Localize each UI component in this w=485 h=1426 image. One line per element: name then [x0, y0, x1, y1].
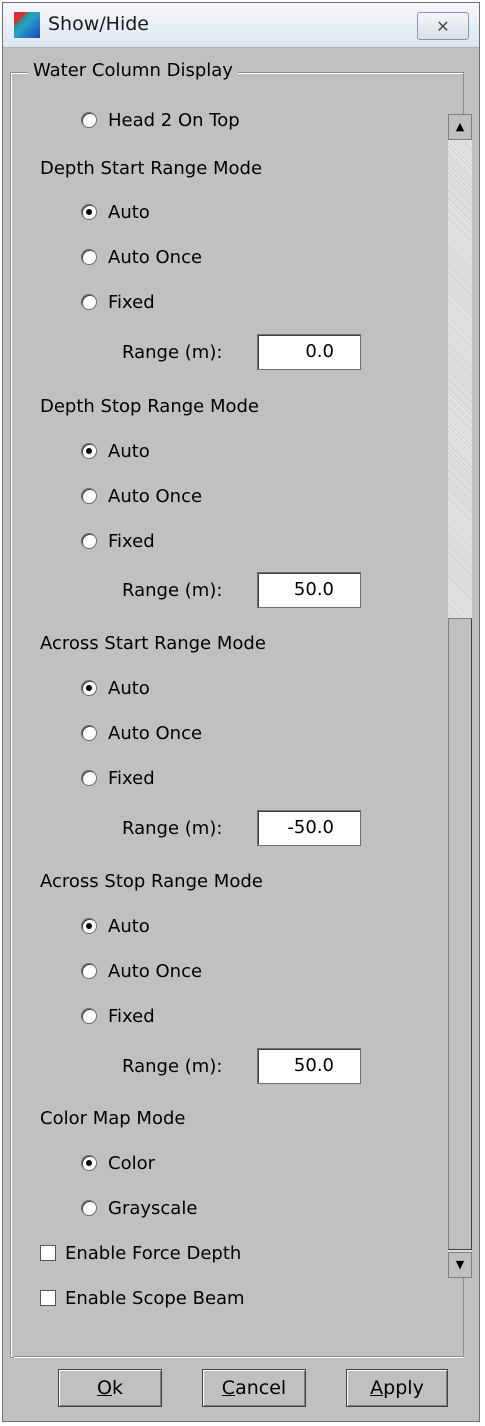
radio-indicator — [81, 488, 97, 504]
checkbox-enable-scope-beam[interactable]: Enable Scope Beam — [40, 1288, 245, 1309]
window-title: Show/Hide — [48, 13, 149, 35]
radio-label: Fixed — [108, 292, 155, 313]
radio-indicator — [81, 294, 97, 310]
ok-label: k — [111, 1377, 123, 1399]
radio-label: Color — [108, 1153, 155, 1174]
range-label: Range (m): — [122, 580, 223, 601]
section-heading-color-map: Color Map Mode — [40, 1108, 186, 1129]
ok-mnemonic: O — [97, 1377, 112, 1399]
radio-color-map-grayscale[interactable]: Grayscale — [81, 1198, 197, 1219]
radio-label: Auto — [108, 202, 150, 223]
across-start-range-input[interactable]: -50.0 — [257, 810, 361, 846]
radio-indicator — [81, 112, 97, 128]
radio-indicator — [81, 963, 97, 979]
radio-across-stop-auto[interactable]: Auto — [81, 916, 150, 937]
radio-head2-on-top[interactable]: Head 2 On Top — [81, 110, 240, 131]
cancel-mnemonic: C — [221, 1377, 236, 1399]
depth-stop-range-input[interactable]: 50.0 — [257, 572, 361, 608]
section-heading-depth-stop: Depth Stop Range Mode — [40, 396, 260, 417]
radio-label: Auto Once — [108, 723, 203, 744]
cancel-button[interactable]: Cancel — [202, 1369, 306, 1407]
scroll-down-button[interactable]: ▼ — [448, 1252, 472, 1278]
radio-indicator — [81, 204, 97, 220]
close-button[interactable]: ✕ — [417, 12, 469, 40]
radio-indicator — [81, 770, 97, 786]
range-label: Range (m): — [122, 342, 223, 363]
cancel-label: ancel — [235, 1377, 287, 1399]
radio-label: Grayscale — [108, 1198, 198, 1219]
scroll-up-button[interactable]: ▲ — [448, 114, 472, 140]
radio-depth-stop-auto-once[interactable]: Auto Once — [81, 486, 202, 507]
arrow-down-icon: ▼ — [455, 1258, 465, 1271]
radio-label: Auto Once — [108, 486, 203, 507]
radio-indicator — [81, 725, 97, 741]
app-colormap-icon — [14, 12, 40, 38]
radio-indicator — [81, 680, 97, 696]
checkbox-indicator — [40, 1290, 56, 1306]
radio-label: Head 2 On Top — [108, 110, 240, 131]
apply-button[interactable]: Apply — [346, 1369, 448, 1407]
radio-indicator — [81, 443, 97, 459]
radio-label: Auto — [108, 678, 150, 699]
close-icon: ✕ — [436, 16, 450, 36]
title-bar[interactable]: Show/Hide ✕ — [3, 3, 479, 48]
ok-button[interactable]: Ok — [58, 1369, 162, 1407]
section-heading-across-start: Across Start Range Mode — [40, 633, 266, 654]
radio-indicator — [81, 918, 97, 934]
radio-label: Auto — [108, 916, 150, 937]
button-separator — [14, 1356, 464, 1358]
radio-depth-start-auto[interactable]: Auto — [81, 202, 150, 223]
radio-label: Fixed — [108, 531, 155, 552]
radio-across-start-fixed[interactable]: Fixed — [81, 768, 155, 789]
radio-depth-stop-fixed[interactable]: Fixed — [81, 531, 155, 552]
range-label: Range (m): — [122, 818, 223, 839]
radio-indicator — [81, 1155, 97, 1171]
vertical-scrollbar[interactable]: ▲ ▼ — [448, 114, 472, 1278]
radio-label: Auto Once — [108, 247, 203, 268]
radio-indicator — [81, 249, 97, 265]
checkbox-label: Enable Force Depth — [65, 1243, 242, 1264]
radio-across-stop-fixed[interactable]: Fixed — [81, 1006, 155, 1027]
radio-label: Auto Once — [108, 961, 203, 982]
apply-mnemonic: A — [370, 1377, 384, 1399]
section-heading-depth-start: Depth Start Range Mode — [40, 158, 263, 179]
radio-indicator — [81, 1008, 97, 1024]
scroll-thumb[interactable] — [448, 618, 472, 1250]
radio-indicator — [81, 1200, 97, 1216]
radio-depth-start-fixed[interactable]: Fixed — [81, 292, 155, 313]
range-label: Range (m): — [122, 1056, 223, 1077]
radio-across-start-auto-once[interactable]: Auto Once — [81, 723, 202, 744]
section-heading-across-stop: Across Stop Range Mode — [40, 871, 263, 892]
radio-depth-start-auto-once[interactable]: Auto Once — [81, 247, 202, 268]
radio-across-stop-auto-once[interactable]: Auto Once — [81, 961, 202, 982]
group-legend: Water Column Display — [28, 60, 238, 81]
across-stop-range-input[interactable]: 50.0 — [257, 1048, 361, 1084]
checkbox-enable-force-depth[interactable]: Enable Force Depth — [40, 1243, 241, 1264]
checkbox-indicator — [40, 1245, 56, 1261]
radio-color-map-color[interactable]: Color — [81, 1153, 155, 1174]
radio-indicator — [81, 533, 97, 549]
radio-depth-stop-auto[interactable]: Auto — [81, 441, 150, 462]
checkbox-label: Enable Scope Beam — [65, 1288, 245, 1309]
apply-label: pply — [383, 1377, 424, 1399]
water-column-group — [10, 72, 464, 1358]
arrow-up-icon: ▲ — [455, 120, 465, 133]
radio-label: Auto — [108, 441, 150, 462]
depth-start-range-input[interactable]: 0.0 — [257, 334, 361, 370]
radio-label: Fixed — [108, 768, 155, 789]
radio-label: Fixed — [108, 1006, 155, 1027]
radio-across-start-auto[interactable]: Auto — [81, 678, 150, 699]
